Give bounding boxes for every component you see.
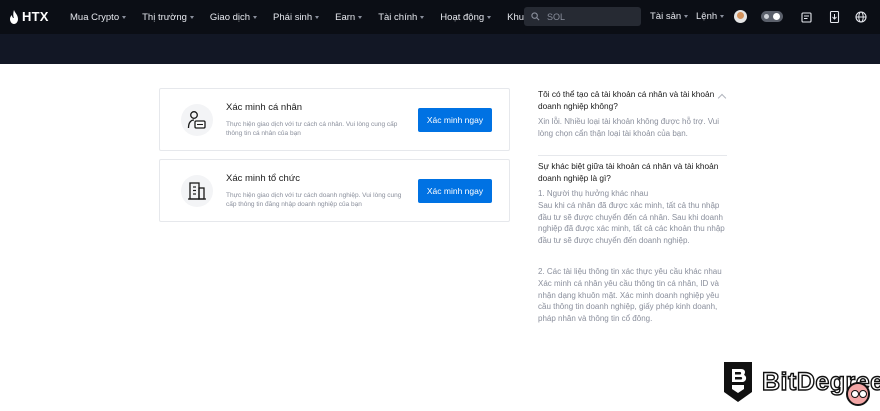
institutional-verification-card: Xác minh tổ chức Thực hiện giao dịch với…	[159, 159, 510, 222]
search-icon	[531, 12, 540, 21]
flame-icon	[10, 9, 18, 24]
faq-answer: Xin lỗi. Nhiều loại tài khoản không được…	[538, 117, 719, 138]
personal-verification-card: Xác minh cá nhân Thực hiện giao dịch với…	[159, 88, 510, 151]
faq-question: Tôi có thể tạo cả tài khoản cá nhân và t…	[538, 89, 715, 111]
card-title: Xác minh tổ chức	[226, 173, 300, 184]
building-icon	[181, 175, 213, 207]
menu-derivatives[interactable]: Phái sinh	[273, 12, 320, 23]
caret-down-icon	[720, 15, 725, 18]
faq-answer-part-1: 1. Người thụ hưởng khác nhau Sau khi cá …	[538, 189, 725, 246]
bitdegree-logo-icon	[724, 362, 752, 402]
faq-answer-part-2: 2. Các tài liệu thông tin xác thực yêu c…	[538, 266, 722, 324]
globe-icon[interactable]	[854, 10, 868, 24]
main-menu: Mua Crypto Thị trường Giao dịch Phái sin…	[70, 0, 574, 34]
verify-personal-button[interactable]: Xác minh ngay	[418, 108, 492, 132]
menu-markets[interactable]: Thị trường	[142, 12, 194, 23]
verify-institution-button[interactable]: Xác minh ngay	[418, 179, 492, 203]
card-description: Thực hiện giao dịch với tư cách cá nhân.…	[226, 121, 398, 137]
caret-down-icon	[358, 15, 363, 19]
search-input[interactable]	[547, 11, 627, 22]
menu-activities[interactable]: Hoạt động	[440, 12, 492, 23]
avatar[interactable]	[734, 10, 747, 23]
faq-item-2[interactable]: Sự khác biệt giữa tài khoản cá nhân và t…	[538, 160, 728, 325]
search-box[interactable]	[524, 7, 641, 26]
person-id-icon	[181, 104, 213, 136]
top-navbar: HTX Mua Crypto Thị trường Giao dịch Phái…	[0, 0, 880, 34]
caret-down-icon	[684, 15, 689, 18]
menu-trade[interactable]: Giao dịch	[210, 12, 258, 23]
download-icon[interactable]	[827, 10, 841, 24]
caret-down-icon	[189, 15, 194, 19]
menu-finance[interactable]: Tài chính	[378, 12, 425, 23]
logo-text: HTX	[22, 9, 49, 24]
caret-down-icon	[253, 15, 258, 19]
faq-question: Sự khác biệt giữa tài khoản cá nhân và t…	[538, 161, 719, 183]
caret-down-icon	[487, 15, 492, 19]
caret-down-icon	[315, 15, 320, 19]
sub-header-bar	[0, 34, 880, 64]
caret-down-icon	[420, 15, 425, 19]
card-title: Xác minh cá nhân	[226, 102, 303, 113]
mascot-icon	[846, 382, 870, 406]
menu-earn[interactable]: Earn	[335, 12, 363, 23]
divider	[538, 155, 727, 156]
htx-logo[interactable]: HTX	[9, 9, 49, 24]
caret-down-icon	[122, 15, 127, 19]
faq-item-1[interactable]: Tôi có thể tạo cả tài khoản cá nhân và t…	[538, 88, 728, 140]
notification-icon[interactable]	[799, 10, 813, 24]
assets-menu[interactable]: Tài sản	[650, 11, 689, 22]
card-description: Thực hiện giao dịch với tư cách doanh ng…	[226, 192, 402, 208]
menu-buy-crypto[interactable]: Mua Crypto	[70, 12, 127, 23]
theme-toggle[interactable]	[761, 11, 783, 22]
orders-menu[interactable]: Lệnh	[696, 11, 725, 22]
